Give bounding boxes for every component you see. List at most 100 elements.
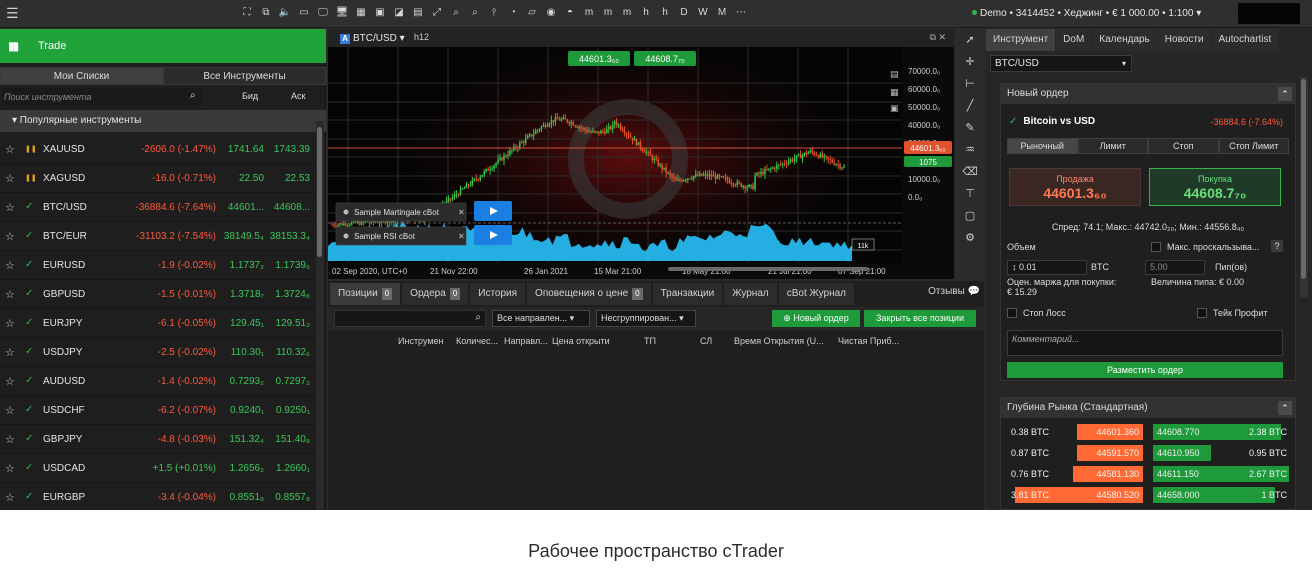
instrument-ask[interactable]: 38153.3₄: [270, 231, 310, 242]
toolbar-icon[interactable]: 🖵: [316, 5, 330, 21]
star-icon[interactable]: ☆: [5, 462, 15, 475]
instrument-row[interactable]: ☆ ❚❚ XAGUSD -16.0 (-0.71%) 22.50 22.53: [0, 164, 316, 193]
column-header[interactable]: Цена открыти: [552, 336, 610, 346]
instrument-bid[interactable]: 38149.5₄: [224, 231, 264, 242]
tab-bottom[interactable]: Журнал: [724, 283, 777, 305]
fib-icon[interactable]: ♒: [956, 139, 984, 161]
instrument-row[interactable]: ☆ ✓ EURJPY -6.1 (-0.05%) 129.45₁ 129.51₂: [0, 309, 316, 338]
instrument-ask[interactable]: 110.32₆: [276, 347, 310, 358]
order-type-tab[interactable]: Лимит: [1077, 138, 1148, 154]
star-icon[interactable]: ☆: [5, 491, 15, 504]
instrument-ask[interactable]: 1.3724₈: [275, 289, 310, 300]
column-header[interactable]: СЛ: [700, 336, 712, 346]
collapse-icon[interactable]: ⌃: [1278, 87, 1292, 101]
menu-icon[interactable]: ☰: [6, 6, 20, 20]
help-icon[interactable]: ?: [1271, 240, 1283, 252]
slippage-input[interactable]: 5.00: [1145, 260, 1205, 275]
toolbar-icon[interactable]: ⤢: [430, 5, 444, 21]
grouping-select[interactable]: Несгруппирован... ▾: [596, 310, 696, 327]
depth-row[interactable]: 0.76 BTC 44581.130 44611.150 2.67 BTC: [1007, 466, 1291, 482]
settings-icon[interactable]: ⚙: [956, 227, 984, 249]
chart-timeframe[interactable]: h12: [414, 32, 429, 42]
account-info[interactable]: Demo • 3414452 • Хеджинг • € 1 000.00 • …: [972, 8, 1201, 19]
instrument-row[interactable]: ☆ ✓ AUDUSD -1.4 (-0.02%) 0.7293₂ 0.7297₂: [0, 367, 316, 396]
instrument-bid[interactable]: 44601...: [228, 202, 264, 213]
column-header[interactable]: ТП: [644, 336, 656, 346]
sell-button[interactable]: Продажа 44601.3₆₀: [1009, 168, 1141, 206]
stop-loss-checkbox[interactable]: [1007, 308, 1017, 318]
instrument-ask[interactable]: 22.53: [285, 173, 310, 184]
tab-bottom[interactable]: История: [470, 283, 526, 305]
instrument-bid[interactable]: 151.32₄: [229, 434, 264, 445]
column-header[interactable]: Чистая Приб...: [838, 336, 899, 346]
tab-right[interactable]: Календарь: [1092, 29, 1157, 51]
instrument-bid[interactable]: 0.8551₉: [229, 492, 264, 503]
toolbar-icon[interactable]: ▣: [373, 5, 387, 21]
instrument-bid[interactable]: 129.45₁: [230, 318, 264, 329]
ask-tag[interactable]: 44608.7₇₀: [634, 51, 696, 66]
new-order-button[interactable]: ⊕ Новый ордер: [772, 310, 860, 327]
chart-symbol[interactable]: A BTC/USD ▾: [340, 33, 405, 44]
buy-button[interactable]: Покупка 44608.7₇₀: [1149, 168, 1281, 206]
collapse-icon[interactable]: ⌃: [1278, 401, 1292, 415]
eraser-icon[interactable]: ⌫: [956, 161, 984, 183]
instrument-ask[interactable]: 0.7297₂: [276, 376, 310, 387]
instrument-row[interactable]: ☆ ✓ USDCHF -6.2 (-0.07%) 0.9240₁ 0.9250₁: [0, 396, 316, 425]
right-scrollbar[interactable]: [1300, 77, 1308, 297]
star-icon[interactable]: ☆: [5, 172, 15, 185]
toolbar-icon[interactable]: ▤: [411, 5, 425, 21]
toolbar-icon[interactable]: h: [658, 5, 672, 21]
scrollbar-thumb[interactable]: [1301, 79, 1306, 279]
order-type-tab[interactable]: Рыночный: [1007, 138, 1078, 154]
instrument-search-input[interactable]: [2, 88, 202, 105]
tab-bottom[interactable]: Ордера 0: [402, 283, 469, 305]
chart-scrollbar[interactable]: [668, 267, 868, 271]
cursor-icon[interactable]: ➚: [956, 29, 984, 51]
toolbar-icon[interactable]: D: [677, 5, 691, 21]
toolbar-icon[interactable]: ◪: [392, 5, 406, 21]
tab-bottom[interactable]: Транзакции: [652, 283, 723, 305]
depth-row[interactable]: 3.81 BTC 44580.520 44658.000 1 BTC: [1007, 487, 1291, 503]
star-icon[interactable]: ☆: [5, 143, 15, 156]
positions-search-input[interactable]: ⌕: [334, 310, 486, 327]
toolbar-icon[interactable]: ⌕: [468, 5, 482, 21]
toolbar-icon[interactable]: 🖥: [335, 5, 349, 21]
instrument-bid[interactable]: 0.9240₁: [230, 405, 264, 416]
instrument-row[interactable]: ☆ ✓ GBPJPY -4.8 (-0.03%) 151.32₄ 151.40₈: [0, 425, 316, 454]
instrument-ask[interactable]: 0.8557₈: [275, 492, 310, 503]
tab-right[interactable]: Autochartist: [1211, 29, 1279, 51]
star-icon[interactable]: ☆: [5, 404, 15, 417]
instrument-bid[interactable]: 1.3718₇: [230, 289, 264, 300]
instrument-ask[interactable]: 1743.39: [274, 144, 310, 155]
take-profit-checkbox[interactable]: [1197, 308, 1207, 318]
close-icon[interactable]: ✕: [458, 232, 465, 241]
instrument-ask[interactable]: 129.51₂: [276, 318, 310, 329]
star-icon[interactable]: ☆: [5, 259, 15, 272]
tab-all-instruments[interactable]: Все Инструменты: [163, 67, 326, 85]
toolbar-icon[interactable]: ▭: [297, 5, 311, 21]
close-all-positions-button[interactable]: Закрыть все позиции: [864, 310, 976, 327]
star-icon[interactable]: ☆: [5, 433, 15, 446]
instrument-bid[interactable]: 0.7293₂: [230, 376, 264, 387]
star-icon[interactable]: ☆: [5, 201, 15, 214]
instrument-row[interactable]: ☆ ✓ USDCAD +1.5 (+0.01%) 1.2656₂ 1.2660₁: [0, 454, 316, 483]
star-icon[interactable]: ☆: [5, 288, 15, 301]
place-order-button[interactable]: Разместить ордер: [1007, 362, 1283, 378]
tab-bottom[interactable]: Позиции 0: [330, 283, 401, 305]
depth-row[interactable]: 0.38 BTC 44601.360 44608.770 2.38 BTC: [1007, 424, 1291, 440]
instrument-ask[interactable]: 0.9250₁: [276, 405, 310, 416]
chart-toolbar-icon[interactable]: ▤: [890, 70, 899, 80]
comment-input[interactable]: Комментарий...: [1007, 330, 1283, 356]
instrument-ask[interactable]: 44608...: [274, 202, 310, 213]
chart-toolbar-icon[interactable]: ▣: [890, 104, 899, 114]
text-icon[interactable]: ⊤: [956, 183, 984, 205]
order-type-tab[interactable]: Стоп: [1148, 138, 1219, 154]
trend-line-icon[interactable]: ╱: [956, 95, 984, 117]
column-ask[interactable]: Аск: [291, 91, 305, 101]
tab-bottom[interactable]: Оповещения о цене 0: [527, 283, 651, 305]
instrument-bid[interactable]: 110.30₁: [231, 347, 264, 358]
instrument-bid[interactable]: 1741.64: [228, 144, 264, 155]
bid-tag[interactable]: 44601.3₆₀: [568, 51, 630, 66]
instrument-ask[interactable]: 151.40₈: [275, 434, 310, 445]
instrument-row[interactable]: ☆ ✓ GBPUSD -1.5 (-0.01%) 1.3718₇ 1.3724₈: [0, 280, 316, 309]
